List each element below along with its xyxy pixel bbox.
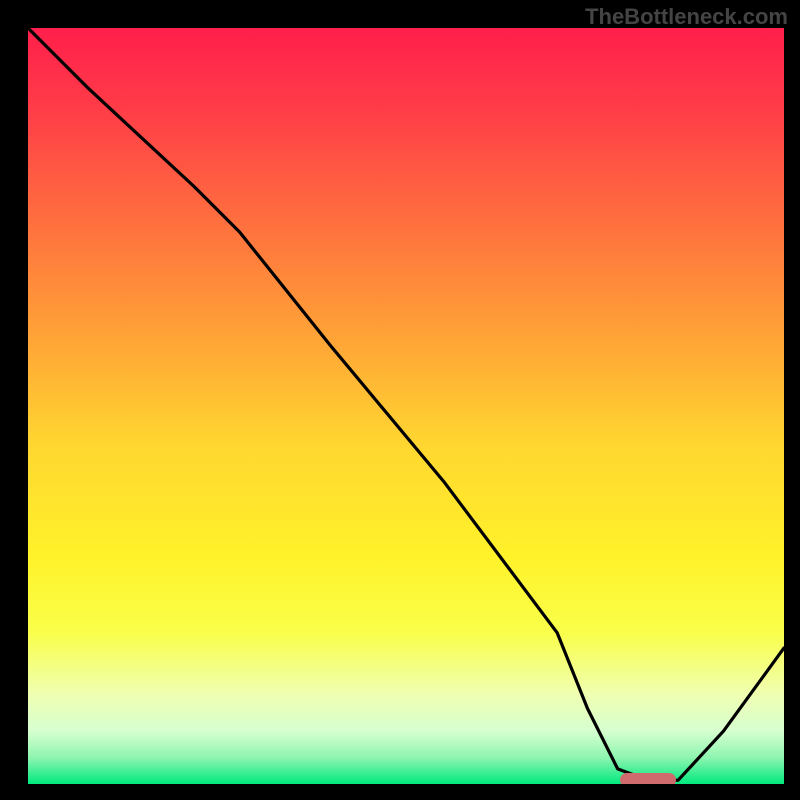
chart-container: TheBottleneck.com xyxy=(0,0,800,800)
bottleneck-curve xyxy=(28,28,784,784)
watermark-text: TheBottleneck.com xyxy=(585,4,788,30)
optimal-marker xyxy=(620,773,676,784)
plot-area xyxy=(28,28,784,784)
